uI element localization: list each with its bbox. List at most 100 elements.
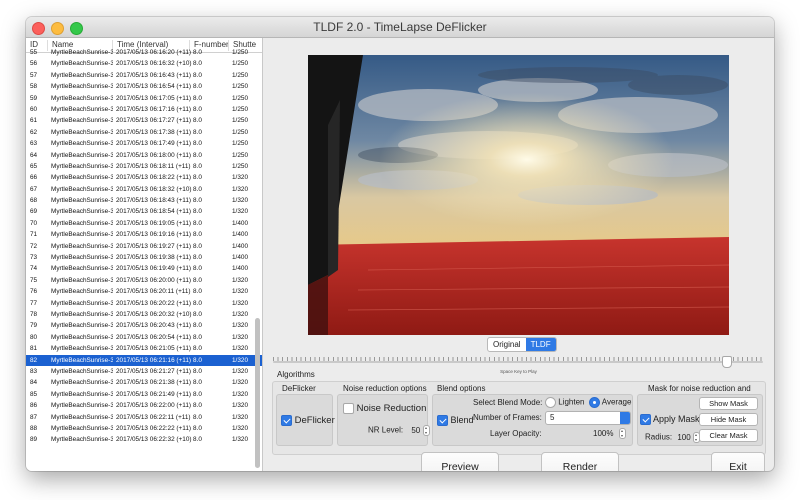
table-row[interactable]: 63 MyrtleBeachSunrise-3 2017/05/13 06:17:4… xyxy=(26,138,262,149)
noise-reduction-checkbox[interactable]: Noise Reduction xyxy=(343,403,426,414)
cell-id: 80 xyxy=(30,333,38,341)
opacity-value[interactable]: 100% xyxy=(593,429,613,438)
timeline-knob[interactable] xyxy=(722,356,732,368)
cell-id: 64 xyxy=(30,151,38,159)
vertical-scrollbar[interactable] xyxy=(255,318,260,468)
table-row[interactable]: 82 MyrtleBeachSunrise-3 2017/05/13 06:21:1… xyxy=(26,354,262,366)
cell-fnumber: 8.0 xyxy=(193,288,202,296)
cell-shutter: 1/250 xyxy=(232,140,248,148)
nr-level-row: NR Level: 50 xyxy=(368,425,430,436)
preview-button[interactable]: Preview xyxy=(421,452,499,471)
cell-shutter: 1/250 xyxy=(232,128,248,136)
table-row[interactable]: 60 MyrtleBeachSunrise-3 2017/05/13 06:17:1… xyxy=(26,104,262,115)
cell-id: 62 xyxy=(30,128,38,136)
blend-label: Blend xyxy=(450,415,474,425)
table-row[interactable]: 61 MyrtleBeachSunrise-3 2017/05/13 06:17:2… xyxy=(26,115,262,126)
cell-time: 2017/05/13 06:18:00 (+11) xyxy=(116,151,192,159)
preview-image[interactable] xyxy=(308,55,729,335)
cell-name: MyrtleBeachSunrise-3 xyxy=(51,310,113,318)
render-button[interactable]: Render xyxy=(541,452,619,471)
cell-id: 73 xyxy=(30,254,38,262)
table-row[interactable]: 76 MyrtleBeachSunrise-3 2017/05/13 06:20:1… xyxy=(26,286,262,297)
cell-id: 60 xyxy=(30,105,38,113)
table-row[interactable]: 83 MyrtleBeachSunrise-3 2017/05/13 06:21:2… xyxy=(26,366,262,377)
cell-shutter: 1/320 xyxy=(232,185,248,193)
cell-name: MyrtleBeachSunrise-3 xyxy=(51,402,113,410)
table-row[interactable]: 56 MyrtleBeachSunrise-3 2017/05/13 06:16:3… xyxy=(26,58,262,69)
frames-table[interactable]: ID Name Time (Interval) F-number Shutte … xyxy=(26,38,263,471)
table-row[interactable]: 57 MyrtleBeachSunrise-3 2017/05/13 06:16:4… xyxy=(26,70,262,81)
frames-select[interactable]: 5 xyxy=(545,411,631,425)
table-row[interactable]: 69 MyrtleBeachSunrise-3 2017/05/13 06:18:5… xyxy=(26,206,262,217)
cell-shutter: 1/250 xyxy=(232,117,248,125)
cell-id: 81 xyxy=(30,345,38,353)
blend-checkbox[interactable]: Blend xyxy=(437,415,474,427)
cell-name: MyrtleBeachSunrise-3 xyxy=(51,105,113,113)
clear-mask-button[interactable]: Clear Mask xyxy=(699,429,758,442)
cell-id: 55 xyxy=(30,49,38,56)
timeline-slider[interactable] xyxy=(273,356,763,368)
cell-time: 2017/05/13 06:21:49 (+11) xyxy=(116,390,192,398)
cell-fnumber: 8.0 xyxy=(193,94,202,102)
cell-shutter: 1/400 xyxy=(232,231,248,239)
table-row[interactable]: 73 MyrtleBeachSunrise-3 2017/05/13 06:19:3… xyxy=(26,252,262,263)
cell-name: MyrtleBeachSunrise-3 xyxy=(51,390,113,398)
table-row[interactable]: 66 MyrtleBeachSunrise-3 2017/05/13 06:18:2… xyxy=(26,172,262,183)
cell-fnumber: 8.0 xyxy=(193,49,202,56)
table-row[interactable]: 80 MyrtleBeachSunrise-3 2017/05/13 06:20:5… xyxy=(26,332,262,343)
opacity-stepper[interactable] xyxy=(619,428,626,439)
cell-id: 83 xyxy=(30,367,38,375)
blend-mode-lighten[interactable]: Lighten xyxy=(545,397,584,408)
table-row[interactable]: 64 MyrtleBeachSunrise-3 2017/05/13 06:18:0… xyxy=(26,150,262,161)
table-row[interactable]: 79 MyrtleBeachSunrise-3 2017/05/13 06:20:4… xyxy=(26,320,262,331)
view-toggle[interactable]: Original TLDF xyxy=(487,337,557,352)
table-row[interactable]: 86 MyrtleBeachSunrise-3 2017/05/13 06:22:0… xyxy=(26,400,262,411)
cell-fnumber: 8.0 xyxy=(193,117,202,125)
cell-time: 2017/05/13 06:16:54 (+11) xyxy=(116,83,192,91)
table-row[interactable]: 74 MyrtleBeachSunrise-3 2017/05/13 06:19:4… xyxy=(26,263,262,274)
cell-shutter: 1/320 xyxy=(232,288,248,296)
nr-level-value[interactable]: 50 xyxy=(411,426,420,435)
cell-name: MyrtleBeachSunrise-3 xyxy=(51,424,113,432)
table-row[interactable]: 68 MyrtleBeachSunrise-3 2017/05/13 06:18:4… xyxy=(26,195,262,206)
tldf-view-button[interactable]: TLDF xyxy=(525,338,556,351)
table-row[interactable]: 88 MyrtleBeachSunrise-3 2017/05/13 06:22:2… xyxy=(26,423,262,434)
table-row[interactable]: 84 MyrtleBeachSunrise-3 2017/05/13 06:21:3… xyxy=(26,377,262,388)
table-row[interactable]: 58 MyrtleBeachSunrise-3 2017/05/13 06:16:5… xyxy=(26,81,262,92)
cell-fnumber: 8.0 xyxy=(193,356,202,364)
exit-button[interactable]: Exit xyxy=(711,452,765,471)
table-row[interactable]: 72 MyrtleBeachSunrise-3 2017/05/13 06:19:2… xyxy=(26,241,262,252)
table-row[interactable]: 55 MyrtleBeachSunrise-3 2017/05/13 06:16:2… xyxy=(26,47,262,58)
apply-mask-checkbox[interactable]: Apply Mask xyxy=(640,414,700,426)
nr-level-stepper[interactable] xyxy=(422,425,430,436)
blend-check-icon xyxy=(437,415,448,427)
show-mask-button[interactable]: Show Mask xyxy=(699,397,758,410)
table-row[interactable]: 87 MyrtleBeachSunrise-3 2017/05/13 06:22:1… xyxy=(26,412,262,423)
cell-shutter: 1/400 xyxy=(232,254,248,262)
table-row[interactable]: 70 MyrtleBeachSunrise-3 2017/05/13 06:19:0… xyxy=(26,218,262,229)
cell-id: 69 xyxy=(30,208,38,216)
table-row[interactable]: 71 MyrtleBeachSunrise-3 2017/05/13 06:19:1… xyxy=(26,229,262,240)
deflicker-header: DeFlicker xyxy=(282,384,316,393)
cell-fnumber: 8.0 xyxy=(193,367,202,375)
hide-mask-button[interactable]: Hide Mask xyxy=(699,413,758,426)
table-row[interactable]: 89 MyrtleBeachSunrise-3 2017/05/13 06:22:3… xyxy=(26,434,262,445)
deflicker-checkbox[interactable]: DeFlicker xyxy=(281,415,335,426)
blend-mode-average[interactable]: Average xyxy=(589,397,631,408)
table-row[interactable]: 78 MyrtleBeachSunrise-3 2017/05/13 06:20:3… xyxy=(26,309,262,320)
cell-id: 58 xyxy=(30,83,38,91)
table-row[interactable]: 67 MyrtleBeachSunrise-3 2017/05/13 06:18:3… xyxy=(26,184,262,195)
frames-label: Number of Frames: xyxy=(473,413,542,422)
table-row[interactable]: 77 MyrtleBeachSunrise-3 2017/05/13 06:20:2… xyxy=(26,298,262,309)
table-row[interactable]: 65 MyrtleBeachSunrise-3 2017/05/13 06:18:1… xyxy=(26,161,262,172)
original-view-button[interactable]: Original xyxy=(488,338,526,351)
table-row[interactable]: 62 MyrtleBeachSunrise-3 2017/05/13 06:17:3… xyxy=(26,127,262,138)
cell-id: 88 xyxy=(30,424,38,432)
table-row[interactable]: 81 MyrtleBeachSunrise-3 2017/05/13 06:21:0… xyxy=(26,343,262,354)
cell-shutter: 1/320 xyxy=(232,276,248,284)
table-row[interactable]: 59 MyrtleBeachSunrise-3 2017/05/13 06:17:0… xyxy=(26,93,262,104)
table-row[interactable]: 85 MyrtleBeachSunrise-3 2017/05/13 06:21:4… xyxy=(26,389,262,400)
cell-time: 2017/05/13 06:22:32 (+10) xyxy=(116,436,192,444)
table-row[interactable]: 75 MyrtleBeachSunrise-3 2017/05/13 06:20:0… xyxy=(26,275,262,286)
radius-value[interactable]: 100 xyxy=(677,433,690,442)
